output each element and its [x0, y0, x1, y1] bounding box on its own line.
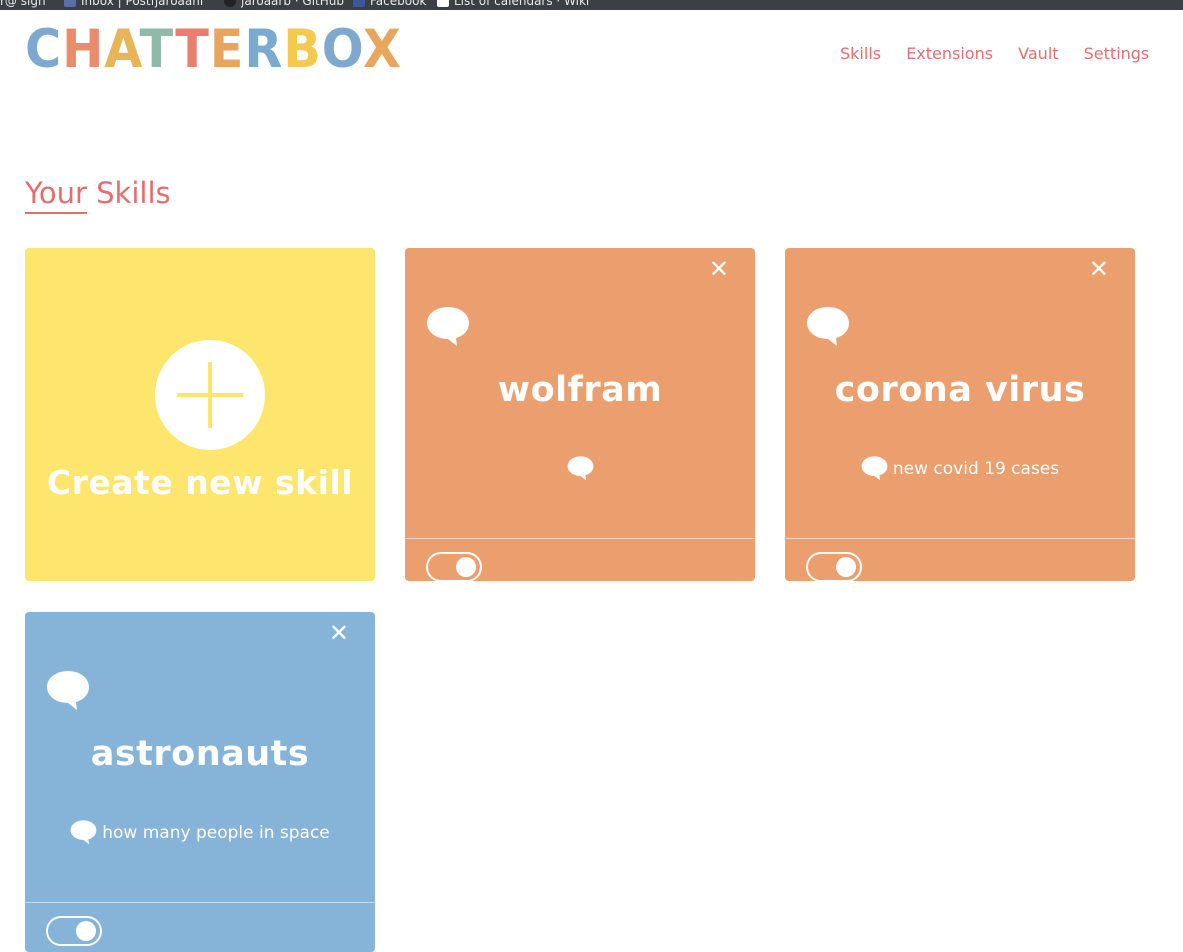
chatterbox-logo[interactable]: CHATTERBOX — [25, 22, 402, 78]
skill-name: corona virus — [834, 370, 1086, 410]
plus-bar-vertical — [208, 362, 212, 428]
skill-card-footer — [25, 902, 375, 946]
speech-bubble-small-icon — [861, 456, 888, 481]
main-nav: Skills Extensions Vault Settings — [840, 44, 1169, 63]
nav-skills[interactable]: Skills — [840, 44, 881, 63]
logo-letter: T — [139, 19, 176, 80]
logo-letter: B — [283, 19, 322, 80]
wiki-icon — [437, 0, 449, 7]
skill-phrase-text: new covid 19 cases — [892, 459, 1060, 479]
logo-letter: E — [209, 19, 245, 80]
skill-card-footer — [785, 538, 1135, 581]
logo-letter: H — [62, 19, 105, 80]
nav-settings[interactable]: Settings — [1084, 44, 1150, 63]
page-title-underlined: Your — [25, 176, 87, 214]
skill-card-corona-virus[interactable]: ✕ corona virus new covid 19 cases — [785, 248, 1135, 581]
close-icon[interactable]: ✕ — [329, 621, 349, 645]
nav-extensions[interactable]: Extensions — [906, 44, 993, 63]
speech-bubble-small-icon — [70, 820, 97, 845]
create-skill-card[interactable]: Create new skill — [25, 248, 375, 581]
toggle-knob — [836, 557, 856, 577]
bookmark-item[interactable]: Facebook — [353, 0, 426, 8]
bookmark-item[interactable]: List of calendars · Wiki — [437, 0, 589, 8]
speech-bubble-icon — [427, 307, 469, 346]
plus-icon[interactable] — [155, 340, 265, 450]
speech-bubble-small-icon — [567, 456, 593, 481]
create-skill-label: Create new skill — [46, 463, 354, 502]
skill-card-footer — [405, 538, 755, 581]
bookmark-item[interactable]: jaroaarb · GitHub — [224, 0, 344, 8]
skill-card-astronauts[interactable]: ✕ astronauts how many people in space — [25, 612, 375, 952]
close-icon[interactable]: ✕ — [709, 257, 729, 281]
logo-letter: O — [321, 19, 363, 80]
skill-phrase: how many people in space — [25, 819, 375, 845]
skill-phrase — [405, 455, 755, 481]
close-icon[interactable]: ✕ — [1089, 257, 1109, 281]
skill-enabled-toggle[interactable] — [806, 552, 862, 581]
skill-enabled-toggle[interactable] — [426, 552, 482, 581]
skill-name: wolfram — [497, 370, 663, 410]
speech-bubble-icon — [47, 671, 89, 710]
github-icon — [224, 0, 236, 7]
logo-letter: T — [175, 19, 210, 80]
speech-bubble-icon — [807, 307, 849, 346]
toggle-knob — [456, 557, 476, 577]
skill-phrase: new covid 19 cases — [785, 455, 1135, 481]
skill-name: astronauts — [90, 734, 310, 774]
nav-vault[interactable]: Vault — [1018, 44, 1058, 63]
toggle-knob — [76, 921, 96, 941]
bookmark-item[interactable]: r@ sign — [0, 0, 46, 8]
bookmarks-bar: r@ sign Inbox | Postfjaroaahl jaroaarb ·… — [0, 0, 1183, 10]
page-title-rest: Skills — [86, 176, 171, 210]
facebook-icon — [353, 0, 365, 7]
logo-letter: R — [244, 19, 284, 80]
skill-card-wolfram[interactable]: ✕ wolfram — [405, 248, 755, 581]
bookmark-item[interactable]: Inbox | Postfjaroaahl — [64, 0, 203, 8]
logo-letter: C — [25, 19, 63, 80]
logo-letter: X — [362, 19, 402, 80]
mail-icon — [64, 0, 76, 7]
skill-phrase-text: how many people in space — [102, 823, 330, 843]
skill-enabled-toggle[interactable] — [46, 916, 102, 946]
logo-letter: A — [104, 19, 140, 80]
page-title: Your Skills — [25, 176, 171, 214]
